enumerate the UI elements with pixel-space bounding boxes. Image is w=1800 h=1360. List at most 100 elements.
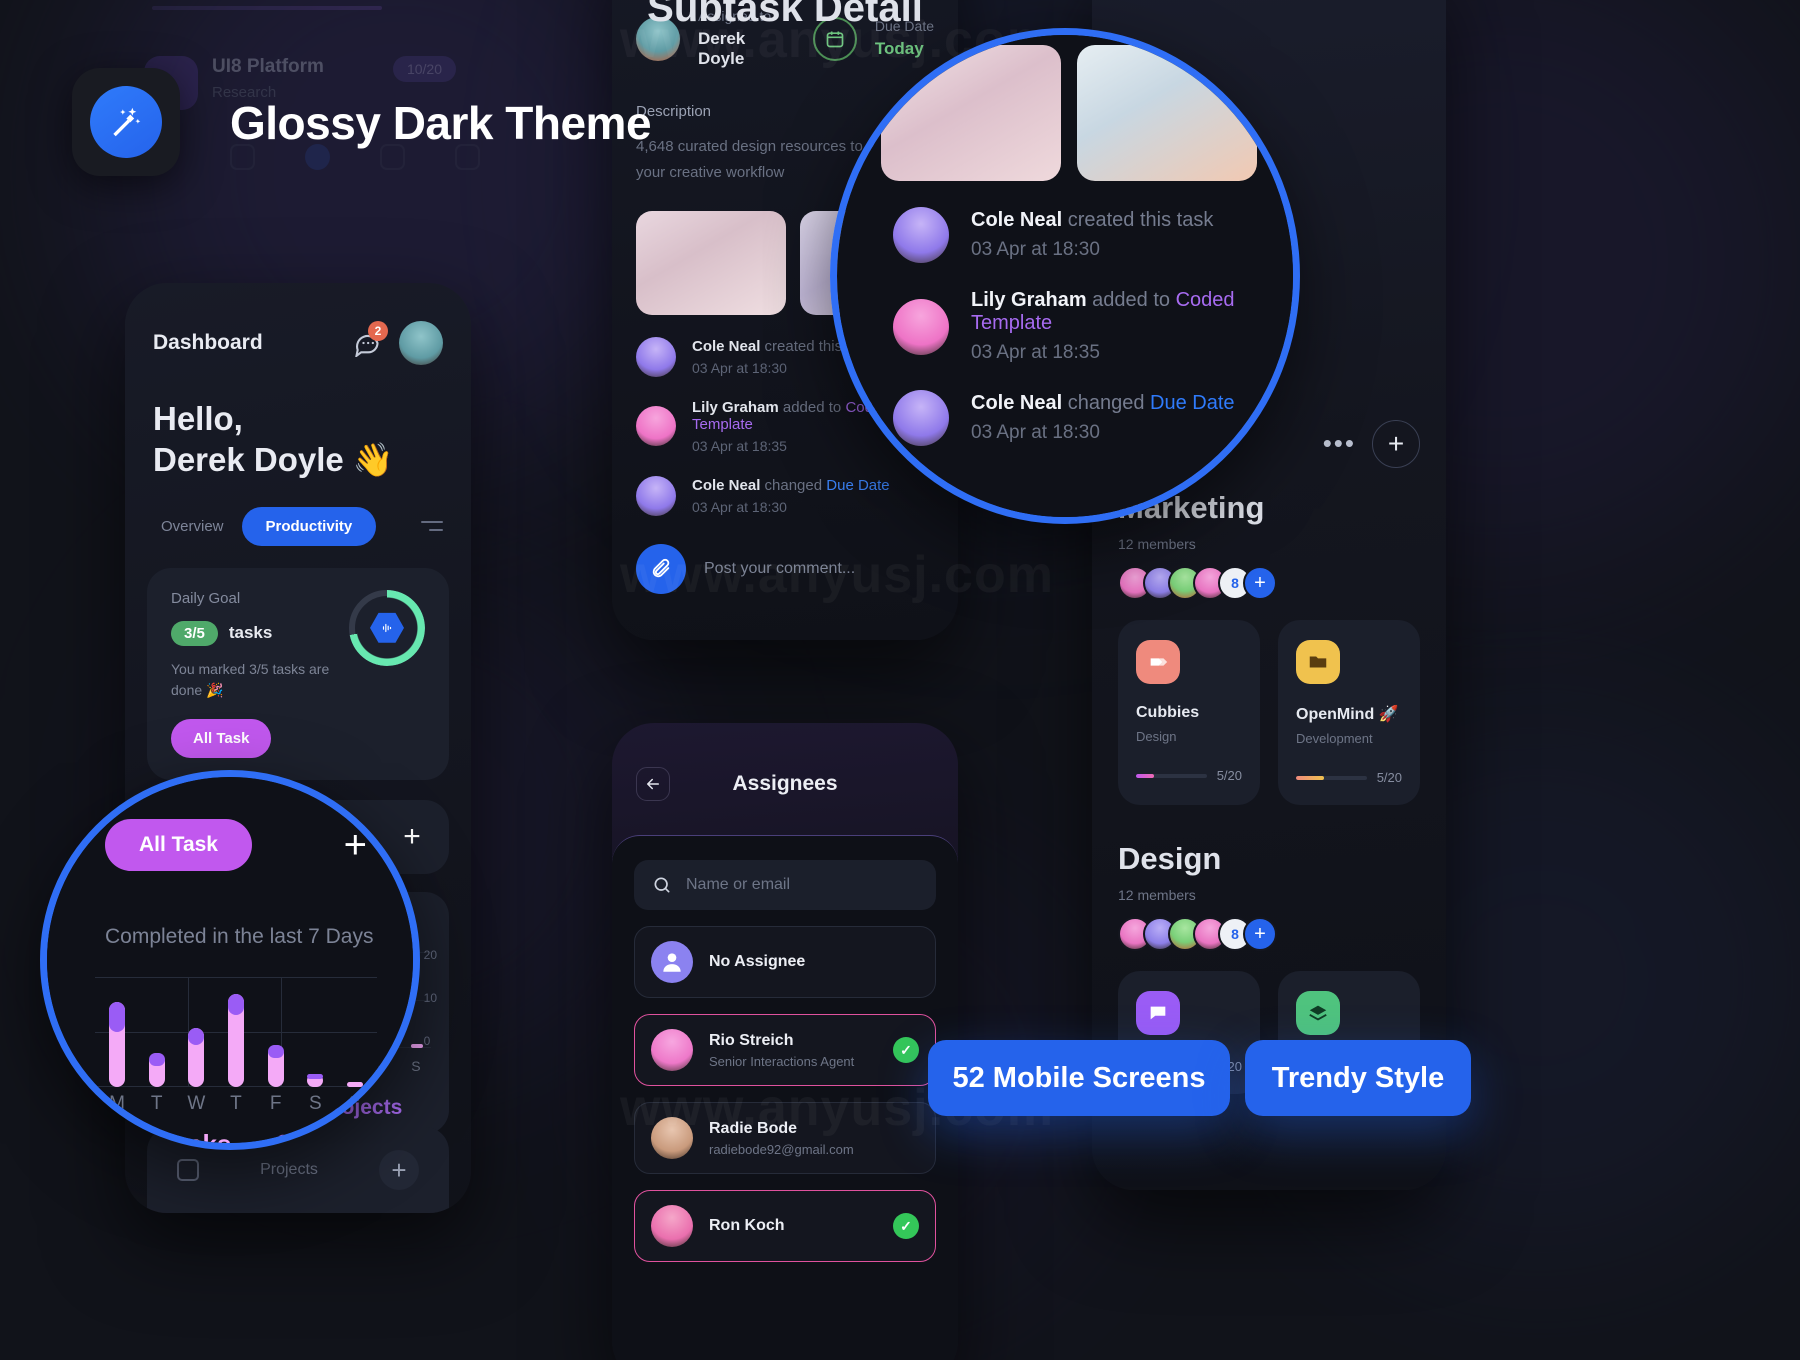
avatar-stack: 8 + [1118, 917, 1420, 951]
bar [307, 1074, 324, 1087]
tab-bar: Overview Productivity [125, 481, 471, 546]
plus-icon[interactable]: + [344, 825, 367, 865]
chat-icon[interactable]: 2 [353, 321, 388, 357]
team-name: Design [1118, 841, 1222, 876]
assigned-name: Derek Doyle [698, 29, 746, 68]
x-tick: M [109, 1093, 125, 1114]
x-tick: S [348, 1093, 362, 1114]
avatar [651, 1029, 693, 1071]
bar [188, 1028, 205, 1087]
project-card[interactable]: Cubbies Design 5/20 [1118, 620, 1260, 805]
comment-input[interactable]: Post your comment... [704, 560, 855, 578]
back-icon[interactable] [177, 1159, 199, 1181]
project-progress-text: 5/20 [1216, 768, 1242, 783]
daily-goal-card: Daily Goal 3/5 tasks You marked 3/5 task… [147, 567, 449, 780]
progress-bar [1296, 775, 1367, 780]
app-logo [72, 68, 180, 176]
assignee-name: Rio Streich [709, 1031, 794, 1049]
arrow-left-icon[interactable] [636, 767, 670, 801]
activity-text: Cole Neal created this task [971, 209, 1213, 232]
bar [346, 1082, 363, 1087]
all-task-button[interactable]: All Task [171, 718, 272, 758]
search-input[interactable]: Name or email [634, 860, 936, 910]
x-tick: T [230, 1093, 242, 1114]
tab-overview[interactable]: Overview [153, 507, 232, 546]
bar [148, 1053, 165, 1087]
bar-column [148, 977, 165, 1087]
check-icon: ✓ [893, 1213, 919, 1239]
thumbnail[interactable] [636, 210, 786, 315]
paperclip-icon[interactable] [636, 543, 686, 594]
goal-unit: tasks [228, 623, 273, 643]
activity-time: 03 Apr at 18:30 [971, 239, 1100, 260]
feature-badge-screens: 52 Mobile Screens [928, 1040, 1230, 1116]
activity-item: Cole Neal created this task 03 Apr at 18… [837, 181, 1293, 263]
project-grid-marketing: Cubbies Design 5/20 OpenMind 🚀 Developme… [1092, 600, 1446, 805]
list-item[interactable]: No Assignee [634, 926, 936, 998]
progress-bar [1136, 773, 1207, 778]
team-members-count: 12 members [1118, 887, 1196, 903]
plus-icon[interactable]: + [837, 446, 1293, 506]
assignees-header: Assignees [612, 723, 958, 801]
activity-actor: Cole Neal [971, 209, 1063, 231]
x-tick: S [308, 1093, 322, 1114]
project-card[interactable]: OpenMind 🚀 Development 5/20 [1278, 620, 1420, 805]
project-progress-text: 5/20 [1376, 770, 1402, 785]
add-team-button[interactable]: + [1372, 420, 1420, 468]
assignees-sheet: Name or email No Assignee Rio Streich Se… [612, 835, 958, 1360]
check-icon: ✓ [893, 1037, 919, 1063]
y-tick: 20 [423, 947, 437, 962]
task-chip[interactable]: All Task [105, 819, 252, 871]
activity-actor: Cole Neal [971, 392, 1063, 414]
list-item[interactable]: Radie Bode radiebode92@gmail.com [634, 1102, 936, 1174]
avatar [636, 336, 676, 377]
plus-icon[interactable]: + [378, 1150, 419, 1190]
list-item[interactable]: Rio Streich Senior Interactions Agent ✓ [634, 1014, 936, 1086]
bar-segment [148, 1053, 165, 1066]
project-title: OpenMind 🚀 [1296, 706, 1399, 723]
feature-badge-style: Trendy Style [1245, 1040, 1471, 1116]
team-section-design: Design 12 members 8 + [1092, 805, 1446, 951]
subtask-title: Subtask Detail [647, 0, 923, 30]
assignee-subtitle: Senior Interactions Agent [709, 1053, 855, 1069]
activity-text: Cole Neal changed Due Date [971, 392, 1235, 415]
add-member-button[interactable]: + [1243, 566, 1277, 600]
bar [227, 994, 244, 1087]
progress-line [152, 6, 382, 10]
avatar[interactable] [399, 321, 443, 365]
team-members-count: 12 members [1118, 536, 1196, 552]
bar-chart-zoomed [95, 977, 377, 1087]
add-member-button[interactable]: + [1243, 917, 1277, 951]
page-title: Glossy Dark Theme [230, 97, 652, 149]
activity-actor: Cole Neal [692, 337, 761, 355]
y-axis-ticks: 20 10 0 [424, 948, 437, 1048]
goal-count-badge: 3/5 [171, 620, 218, 646]
bg-card-badge: 10/20 [392, 56, 456, 82]
folder-icon [1296, 640, 1340, 684]
goal-progress-ring [349, 589, 425, 666]
activity-actor: Lily Graham [971, 289, 1087, 311]
comment-row[interactable]: Post your comment... [612, 516, 958, 594]
list-item[interactable]: Ron Koch ✓ [634, 1190, 936, 1262]
bar [109, 1002, 125, 1087]
bar-segment [267, 1045, 284, 1058]
project-category: Development [1296, 731, 1373, 746]
y-tick: 0 [423, 1033, 431, 1048]
project-category: Design [1136, 729, 1177, 744]
thumbnail [1077, 45, 1257, 181]
activity-action: changed [764, 476, 823, 494]
greeting-line-2: Derek Doyle 👋 [153, 440, 395, 478]
bar-segment [109, 1002, 125, 1032]
search-icon [654, 877, 670, 893]
greeting-line-1: Hello, [153, 400, 243, 437]
layers-icon [1296, 991, 1340, 1035]
x-axis-labels: MTWTFSS [95, 1093, 377, 1115]
search-placeholder: Name or email [686, 876, 791, 893]
ellipsis-icon[interactable]: ••• [1323, 431, 1356, 456]
thumbnail [881, 45, 1061, 181]
project-title: Cubbies [1136, 704, 1200, 721]
activity-link: Due Date [1150, 392, 1235, 414]
filter-icon[interactable] [421, 521, 443, 532]
tab-productivity[interactable]: Productivity [241, 506, 377, 546]
bar-column [346, 977, 363, 1087]
